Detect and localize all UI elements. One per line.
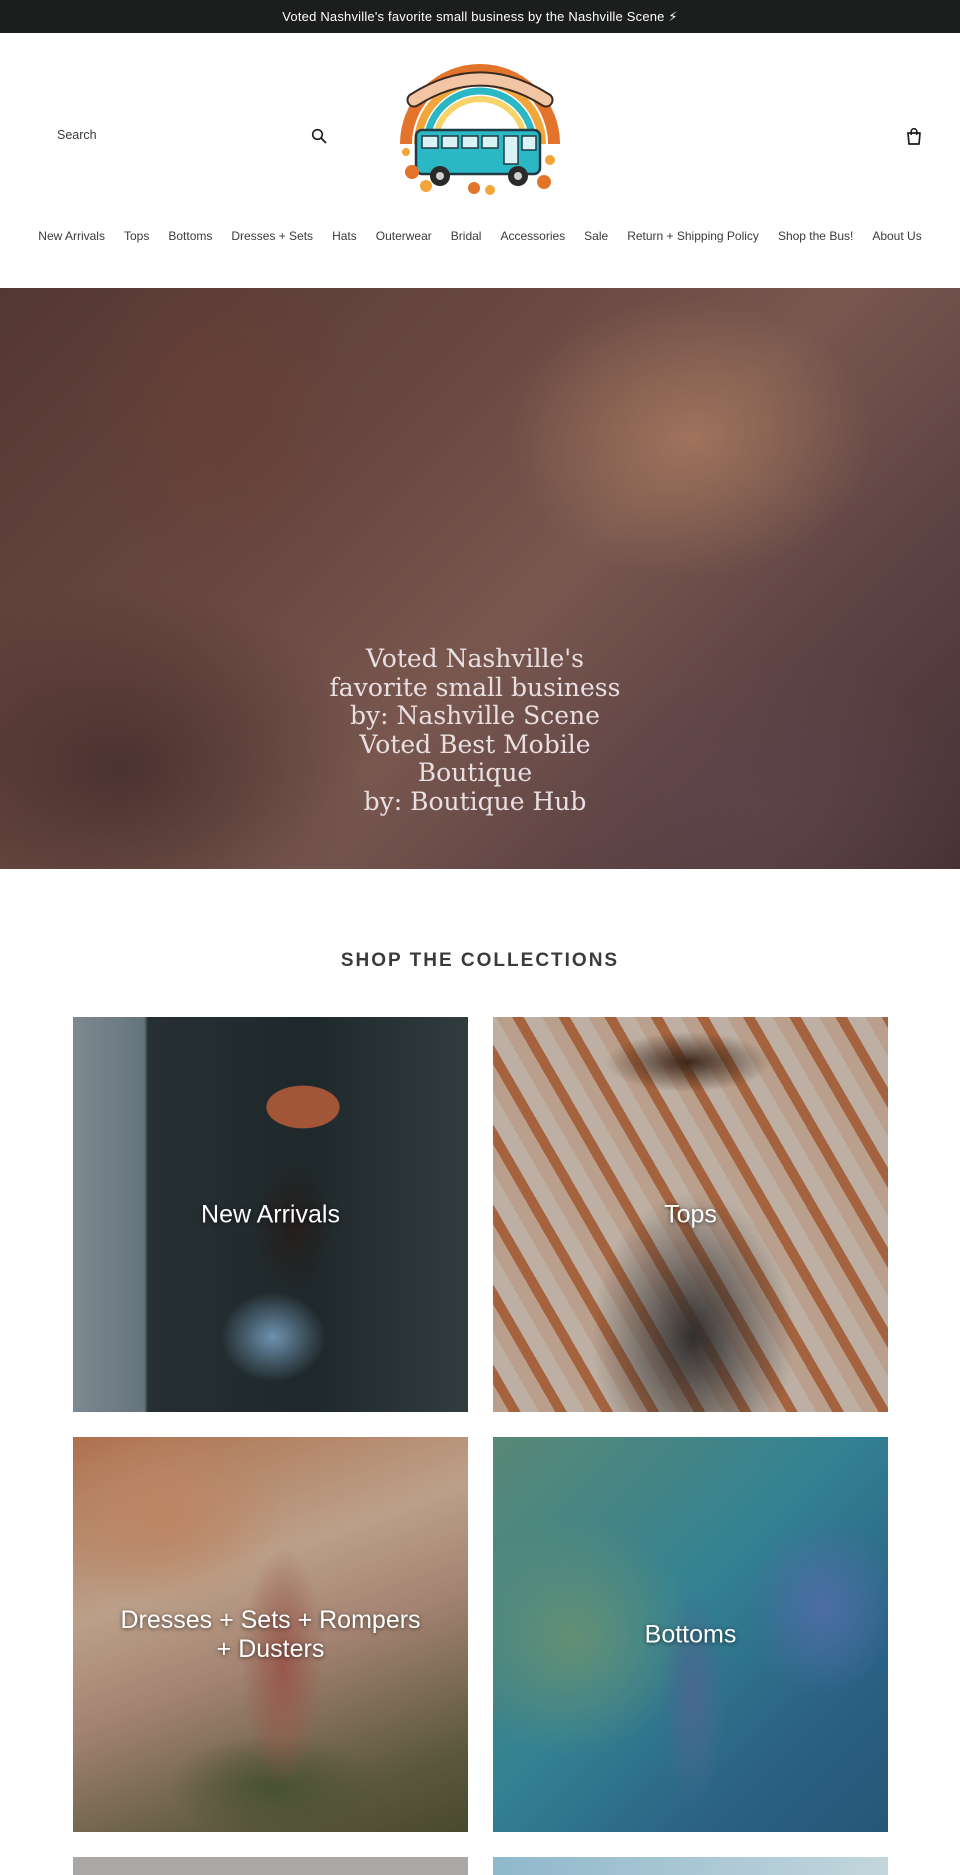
collection-label: Dresses + Sets + Rompers + Dusters	[120, 1605, 421, 1663]
hero-banner: Voted Nashville's favorite small busines…	[0, 288, 960, 869]
nav-item-tops[interactable]: Tops	[124, 229, 149, 253]
collection-tile-partial[interactable]	[73, 1857, 468, 1875]
collection-tile-dresses[interactable]: Dresses + Sets + Rompers + Dusters	[73, 1437, 468, 1832]
nav-item-shop-the-bus[interactable]: Shop the Bus!	[778, 229, 853, 253]
nav-item-bottoms[interactable]: Bottoms	[168, 229, 212, 253]
hero-line: Boutique	[417, 758, 533, 787]
hero-line: Voted Nashville's	[366, 644, 584, 673]
hero-text: Voted Nashville's favorite small busines…	[300, 644, 650, 816]
nav-item-about-us[interactable]: About Us	[872, 229, 921, 253]
collections-title: SHOP THE COLLECTIONS	[340, 950, 620, 971]
hero-line: Voted Best Mobile	[359, 729, 591, 759]
search-input[interactable]	[45, 128, 295, 142]
cart-button[interactable]	[902, 124, 926, 148]
announcement-text: Voted Nashville's favorite small busines…	[282, 8, 678, 24]
nav-item-bridal[interactable]: Bridal	[451, 229, 482, 253]
hero-line: by: Nashville Scene	[350, 701, 600, 730]
collection-label: New Arrivals	[201, 1200, 340, 1228]
search-icon[interactable]	[307, 124, 331, 148]
nav-item-accessories[interactable]: Accessories	[500, 229, 565, 253]
collection-tile-bottoms[interactable]: Bottoms	[493, 1437, 888, 1832]
bus-logo-icon	[400, 64, 560, 195]
nav-item-outerwear[interactable]: Outerwear	[376, 229, 432, 253]
hero-line: favorite small business	[329, 672, 621, 702]
nav-item-dresses-sets[interactable]: Dresses + Sets	[231, 229, 313, 253]
collection-tile-tops[interactable]: Tops	[493, 1017, 888, 1412]
nav-item-new-arrivals[interactable]: New Arrivals	[38, 229, 105, 253]
hero-line: by: Boutique Hub	[363, 786, 587, 816]
collection-label: Bottoms	[644, 1620, 737, 1648]
announcement-bar: Voted Nashville's favorite small busines…	[0, 0, 960, 33]
collection-tile-partial[interactable]	[493, 1857, 888, 1875]
collection-tile-new-arrivals[interactable]: New Arrivals	[73, 1017, 468, 1412]
nav-item-return-shipping[interactable]: Return + Shipping Policy	[627, 229, 759, 253]
header-search	[45, 118, 335, 152]
nav-item-sale[interactable]: Sale	[584, 229, 608, 253]
main-nav: New Arrivals Tops Bottoms Dresses + Sets…	[0, 229, 960, 253]
collection-label: Tops	[664, 1200, 717, 1228]
site-logo[interactable]	[394, 62, 566, 204]
shopping-bag-icon	[907, 127, 921, 145]
nav-item-hats[interactable]: Hats	[332, 229, 357, 253]
